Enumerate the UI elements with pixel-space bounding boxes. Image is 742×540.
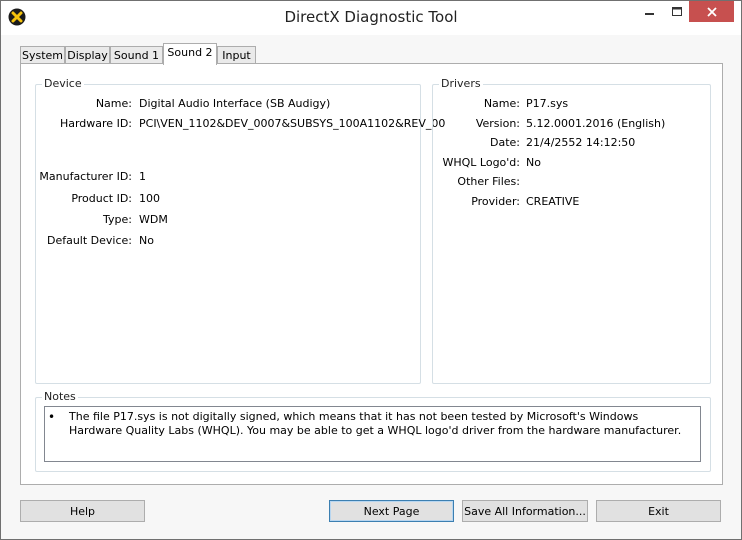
- whql-value: No: [526, 156, 541, 169]
- tab-sound-2[interactable]: Sound 2: [163, 43, 217, 65]
- date-label: Date:: [490, 136, 520, 149]
- directx-window: DirectX Diagnostic Tool System Display S…: [0, 0, 742, 540]
- next-page-button[interactable]: Next Page: [329, 500, 454, 522]
- notes-textbox[interactable]: • The file P17.sys is not digitally sign…: [44, 406, 701, 462]
- manufacturer-id-value: 1: [139, 170, 146, 183]
- device-name-label: Name:: [95, 97, 132, 110]
- window-title: DirectX Diagnostic Tool: [284, 8, 458, 26]
- manufacturer-id-label: Manufacturer ID:: [39, 170, 132, 183]
- driver-name-value: P17.sys: [526, 97, 569, 110]
- version-label: Version:: [475, 117, 520, 130]
- minimize-icon: [644, 12, 654, 15]
- drivers-heading: Drivers: [439, 77, 483, 90]
- product-id-value: 100: [139, 192, 160, 205]
- type-label: Type:: [103, 213, 132, 226]
- type-value: WDM: [139, 213, 168, 226]
- product-id-label: Product ID:: [71, 192, 132, 205]
- whql-label: WHQL Logo'd:: [442, 156, 520, 169]
- driver-name-label: Name:: [483, 97, 520, 110]
- device-group: Device Name: Digital Audio Interface (SB…: [35, 77, 445, 384]
- provider-value: CREATIVE: [526, 195, 580, 208]
- notes-bullet-icon: •: [48, 410, 56, 424]
- provider-label: Provider:: [471, 195, 520, 208]
- maximize-button[interactable]: [663, 1, 690, 22]
- minimize-button[interactable]: [636, 1, 663, 22]
- hardware-id-value: PCI\VEN_1102&DEV_0007&SUBSYS_100A1102&RE…: [139, 117, 446, 130]
- device-name-value: Digital Audio Interface (SB Audigy): [139, 97, 331, 110]
- notes-heading: Notes: [42, 390, 78, 403]
- default-device-label: Default Device:: [46, 234, 132, 247]
- default-device-value: No: [139, 234, 154, 247]
- drivers-group: Drivers Name: P17.sys Version: 5.12.0001…: [432, 77, 711, 384]
- date-value: 21/4/2552 14:12:50: [526, 136, 636, 149]
- version-value: 5.12.0001.2016 (English): [526, 117, 666, 130]
- other-files-label: Other Files:: [457, 175, 520, 188]
- exit-button[interactable]: Exit: [596, 500, 721, 522]
- save-all-information-button[interactable]: Save All Information...: [462, 500, 588, 522]
- maximize-icon: [671, 6, 682, 16]
- hardware-id-label: Hardware ID:: [59, 117, 132, 130]
- device-heading: Device: [42, 77, 84, 90]
- notes-text: The file P17.sys is not digitally signed…: [69, 410, 682, 437]
- close-icon: [706, 6, 717, 17]
- close-button[interactable]: [689, 1, 734, 22]
- title-bar[interactable]: DirectX Diagnostic Tool: [1, 1, 741, 35]
- help-button[interactable]: Help: [20, 500, 145, 522]
